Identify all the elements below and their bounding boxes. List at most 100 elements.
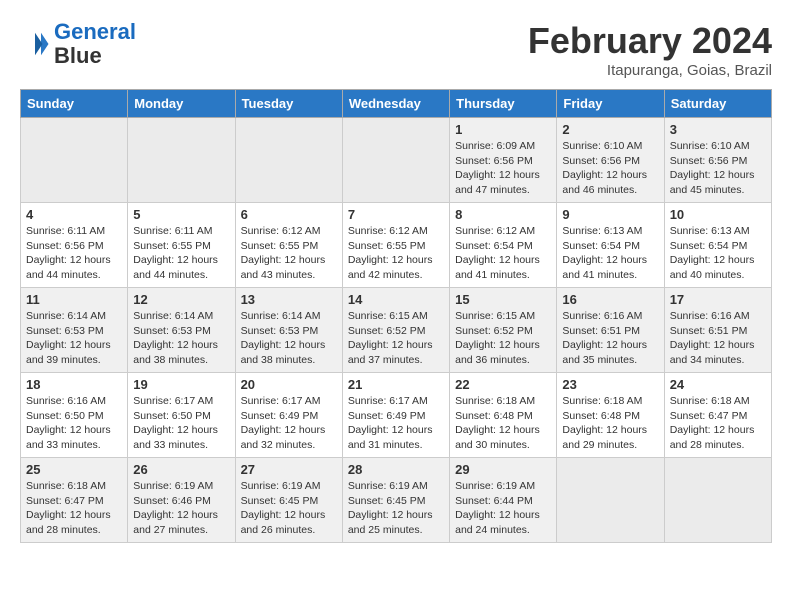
- day-detail: Sunrise: 6:10 AMSunset: 6:56 PMDaylight:…: [562, 139, 658, 198]
- day-number: 5: [133, 207, 229, 222]
- calendar-cell: 17Sunrise: 6:16 AMSunset: 6:51 PMDayligh…: [664, 288, 771, 373]
- calendar-cell: 2 Sunrise: 6:10 AMSunset: 6:56 PMDaylight…: [557, 118, 664, 203]
- calendar-cell: 25 Sunrise: 6:18 AMSunset: 6:47 PMDayligh…: [21, 458, 128, 543]
- day-number: 21: [348, 377, 444, 392]
- day-number: 24: [670, 377, 766, 392]
- calendar-cell: 3 Sunrise: 6:10 AMSunset: 6:56 PMDaylight…: [664, 118, 771, 203]
- day-number: 22: [455, 377, 551, 392]
- day-number: 1: [455, 122, 551, 137]
- day-number: 16: [562, 292, 658, 307]
- logo-icon: [20, 29, 50, 59]
- day-detail: Sunrise: 6:15 AMSunset: 6:52 PMDaylight:…: [455, 309, 551, 368]
- page-header: General Blue February 2024 Itapuranga, G…: [20, 20, 772, 79]
- calendar-cell: 27 Sunrise: 6:19 AMSunset: 6:45 PMDayligh…: [235, 458, 342, 543]
- calendar-cell: [342, 118, 449, 203]
- day-detail: Sunrise: 6:16 AMSunset: 6:51 PMDaylight:…: [670, 309, 766, 368]
- location: Itapuranga, Goias, Brazil: [528, 62, 772, 79]
- day-number: 15: [455, 292, 551, 307]
- day-detail: Sunrise: 6:14 AMSunset: 6:53 PMDaylight:…: [241, 309, 337, 368]
- weekday-header-wednesday: Wednesday: [342, 90, 449, 118]
- day-number: 26: [133, 462, 229, 477]
- weekday-header-tuesday: Tuesday: [235, 90, 342, 118]
- day-detail: Sunrise: 6:19 AMSunset: 6:45 PMDaylight:…: [241, 479, 337, 538]
- logo: General Blue: [20, 20, 136, 68]
- week-row-4: 18 Sunrise: 6:16 AMSunset: 6:50 PMDayligh…: [21, 373, 772, 458]
- calendar-cell: [664, 458, 771, 543]
- week-row-1: 1Sunrise: 6:09 AMSunset: 6:56 PMDaylight…: [21, 118, 772, 203]
- calendar-cell: 9Sunrise: 6:13 AMSunset: 6:54 PMDaylight…: [557, 203, 664, 288]
- calendar-cell: 16Sunrise: 6:16 AMSunset: 6:51 PMDayligh…: [557, 288, 664, 373]
- day-detail: Sunrise: 6:19 AMSunset: 6:44 PMDaylight:…: [455, 479, 551, 538]
- day-detail: Sunrise: 6:10 AMSunset: 6:56 PMDaylight:…: [670, 139, 766, 198]
- calendar-cell: 22Sunrise: 6:18 AMSunset: 6:48 PMDayligh…: [450, 373, 557, 458]
- calendar-cell: [128, 118, 235, 203]
- day-detail: Sunrise: 6:14 AMSunset: 6:53 PMDaylight:…: [133, 309, 229, 368]
- day-detail: Sunrise: 6:17 AMSunset: 6:49 PMDaylight:…: [241, 394, 337, 453]
- day-detail: Sunrise: 6:13 AMSunset: 6:54 PMDaylight:…: [670, 224, 766, 283]
- day-number: 11: [26, 292, 122, 307]
- calendar-cell: 28Sunrise: 6:19 AMSunset: 6:45 PMDayligh…: [342, 458, 449, 543]
- day-number: 8: [455, 207, 551, 222]
- calendar-cell: 10 Sunrise: 6:13 AMSunset: 6:54 PMDayligh…: [664, 203, 771, 288]
- calendar-cell: 21 Sunrise: 6:17 AMSunset: 6:49 PMDayligh…: [342, 373, 449, 458]
- day-number: 19: [133, 377, 229, 392]
- weekday-header-saturday: Saturday: [664, 90, 771, 118]
- calendar-cell: 11Sunrise: 6:14 AMSunset: 6:53 PMDayligh…: [21, 288, 128, 373]
- day-number: 2: [562, 122, 658, 137]
- week-row-5: 25 Sunrise: 6:18 AMSunset: 6:47 PMDayligh…: [21, 458, 772, 543]
- day-detail: Sunrise: 6:17 AMSunset: 6:49 PMDaylight:…: [348, 394, 444, 453]
- month-year: February 2024: [528, 20, 772, 62]
- calendar-cell: 23Sunrise: 6:18 AMSunset: 6:48 PMDayligh…: [557, 373, 664, 458]
- weekday-header-thursday: Thursday: [450, 90, 557, 118]
- day-detail: Sunrise: 6:12 AMSunset: 6:55 PMDaylight:…: [241, 224, 337, 283]
- day-number: 12: [133, 292, 229, 307]
- week-row-3: 11 Sunrise: 6:14 AMSunset: 6:53 PMDayligh…: [21, 288, 772, 373]
- calendar-cell: 12 Sunrise: 6:14 AMSunset: 6:53 PMDayligh…: [128, 288, 235, 373]
- day-detail: Sunrise: 6:11 AMSunset: 6:55 PMDaylight:…: [133, 224, 229, 283]
- day-number: 25: [26, 462, 122, 477]
- day-detail: Sunrise: 6:13 AMSunset: 6:54 PMDaylight:…: [562, 224, 658, 283]
- day-number: 13: [241, 292, 337, 307]
- day-number: 20: [241, 377, 337, 392]
- calendar-cell: 18 Sunrise: 6:16 AMSunset: 6:50 PMDayligh…: [21, 373, 128, 458]
- logo-general: General: [54, 19, 136, 44]
- day-number: 10: [670, 207, 766, 222]
- day-number: 7: [348, 207, 444, 222]
- day-detail: Sunrise: 6:12 AMSunset: 6:54 PMDaylight:…: [455, 224, 551, 283]
- day-detail: Sunrise: 6:16 AMSunset: 6:50 PMDaylight:…: [26, 394, 122, 453]
- logo-blue: Blue: [54, 43, 102, 68]
- day-detail: Sunrise: 6:17 AMSunset: 6:50 PMDaylight:…: [133, 394, 229, 453]
- calendar-cell: 13 Sunrise: 6:14 AMSunset: 6:53 PMDayligh…: [235, 288, 342, 373]
- day-detail: Sunrise: 6:19 AMSunset: 6:46 PMDaylight:…: [133, 479, 229, 538]
- calendar-cell: [235, 118, 342, 203]
- title-block: February 2024 Itapuranga, Goias, Brazil: [528, 20, 772, 79]
- day-detail: Sunrise: 6:12 AMSunset: 6:55 PMDaylight:…: [348, 224, 444, 283]
- weekday-header-row: SundayMondayTuesdayWednesdayThursdayFrid…: [21, 90, 772, 118]
- day-number: 28: [348, 462, 444, 477]
- calendar-cell: 19 Sunrise: 6:17 AMSunset: 6:50 PMDayligh…: [128, 373, 235, 458]
- calendar-cell: 15 Sunrise: 6:15 AMSunset: 6:52 PMDayligh…: [450, 288, 557, 373]
- day-detail: Sunrise: 6:18 AMSunset: 6:47 PMDaylight:…: [26, 479, 122, 538]
- day-number: 6: [241, 207, 337, 222]
- day-number: 4: [26, 207, 122, 222]
- day-number: 18: [26, 377, 122, 392]
- calendar-cell: 5 Sunrise: 6:11 AMSunset: 6:55 PMDaylight…: [128, 203, 235, 288]
- day-number: 3: [670, 122, 766, 137]
- calendar-cell: 6 Sunrise: 6:12 AMSunset: 6:55 PMDaylight…: [235, 203, 342, 288]
- day-number: 27: [241, 462, 337, 477]
- weekday-header-monday: Monday: [128, 90, 235, 118]
- day-detail: Sunrise: 6:18 AMSunset: 6:47 PMDaylight:…: [670, 394, 766, 453]
- calendar-cell: [21, 118, 128, 203]
- calendar-cell: 4 Sunrise: 6:11 AMSunset: 6:56 PMDaylight…: [21, 203, 128, 288]
- calendar-cell: 26 Sunrise: 6:19 AMSunset: 6:46 PMDayligh…: [128, 458, 235, 543]
- day-detail: Sunrise: 6:11 AMSunset: 6:56 PMDaylight:…: [26, 224, 122, 283]
- day-number: 14: [348, 292, 444, 307]
- calendar-cell: [557, 458, 664, 543]
- calendar-cell: 20 Sunrise: 6:17 AMSunset: 6:49 PMDayligh…: [235, 373, 342, 458]
- day-number: 29: [455, 462, 551, 477]
- calendar-table: SundayMondayTuesdayWednesdayThursdayFrid…: [20, 89, 772, 543]
- day-number: 23: [562, 377, 658, 392]
- week-row-2: 4 Sunrise: 6:11 AMSunset: 6:56 PMDaylight…: [21, 203, 772, 288]
- calendar-cell: 1Sunrise: 6:09 AMSunset: 6:56 PMDaylight…: [450, 118, 557, 203]
- calendar-cell: 8 Sunrise: 6:12 AMSunset: 6:54 PMDaylight…: [450, 203, 557, 288]
